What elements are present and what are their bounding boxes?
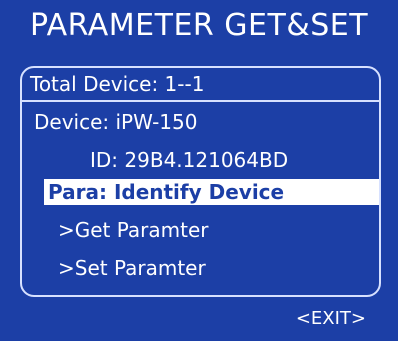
exit-button[interactable]: <EXIT> xyxy=(296,308,366,330)
device-id-label: ID: 29B4.121064BD xyxy=(90,148,289,172)
device-screen: PARAMETER GET&SET Total Device: 1--1 Dev… xyxy=(0,0,398,341)
device-name-label: Device: iPW-150 xyxy=(34,110,198,134)
total-device-label: Total Device: 1--1 xyxy=(30,72,205,96)
total-device-row: Total Device: 1--1 xyxy=(22,68,379,102)
device-info-panel: Total Device: 1--1 Device: iPW-150 ID: 2… xyxy=(20,66,381,297)
set-parameter-menu-item[interactable]: >Set Paramter xyxy=(58,256,206,280)
para-label: Para: Identify Device xyxy=(48,180,285,204)
get-parameter-menu-item[interactable]: >Get Paramter xyxy=(58,218,209,242)
para-selection-highlight[interactable]: Para: Identify Device xyxy=(44,179,379,205)
page-title: PARAMETER GET&SET xyxy=(29,8,369,43)
